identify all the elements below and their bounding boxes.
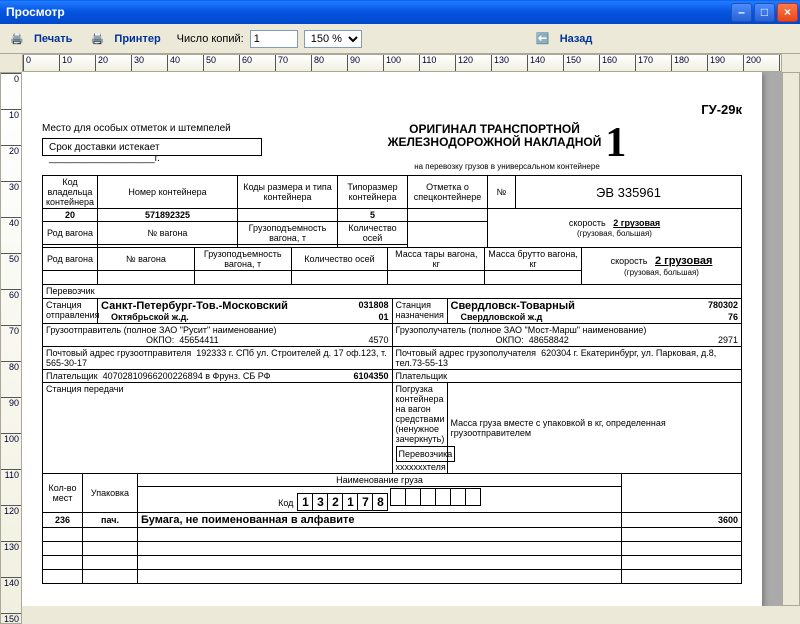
close-button[interactable]: × xyxy=(777,3,798,22)
copies-label: Число копий: xyxy=(177,33,244,45)
stamp-label: Место для особых отметок и штемпелей xyxy=(42,123,272,134)
toolbar: 🖨️ Печать 🖨️ Принтер Число копий: 150 % … xyxy=(0,24,800,54)
zoom-select[interactable]: 150 % xyxy=(304,30,362,48)
printer-button[interactable]: Принтер xyxy=(114,33,160,45)
window-title: Просмотр xyxy=(6,5,729,19)
preview-viewport[interactable]: ГУ-29к Место для особых отметок и штемпе… xyxy=(22,72,782,606)
print-icon: 🖨️ xyxy=(8,30,26,48)
ruler-horizontal: 0102030405060708090100110120130140150160… xyxy=(22,54,782,72)
print-button[interactable]: Печать xyxy=(34,33,72,45)
minimize-button[interactable]: – xyxy=(731,3,752,22)
back-icon: ⬅️ xyxy=(534,30,552,48)
document-page: ГУ-29к Место для особых отметок и штемпе… xyxy=(22,72,762,606)
maximize-button[interactable]: □ xyxy=(754,3,775,22)
back-button[interactable]: Назад xyxy=(560,33,593,45)
delivery-box: Срок доставки истекает _________________… xyxy=(42,138,262,156)
form-number: ГУ-29к xyxy=(42,102,742,117)
copies-input[interactable] xyxy=(250,30,298,48)
window-titlebar: Просмотр – □ × xyxy=(0,0,800,24)
cargo-code: 132178 xyxy=(298,493,388,511)
printer-icon: 🖨️ xyxy=(88,30,106,48)
ruler-vertical: 0102030405060708090100110120130140150 xyxy=(0,72,22,624)
document-title: ОРИГИНАЛ ТРАНСПОРТНОЙ ЖЕЛЕЗНОДОРОЖНОЙ НА… xyxy=(272,123,742,171)
scrollbar-vertical[interactable] xyxy=(782,72,800,606)
